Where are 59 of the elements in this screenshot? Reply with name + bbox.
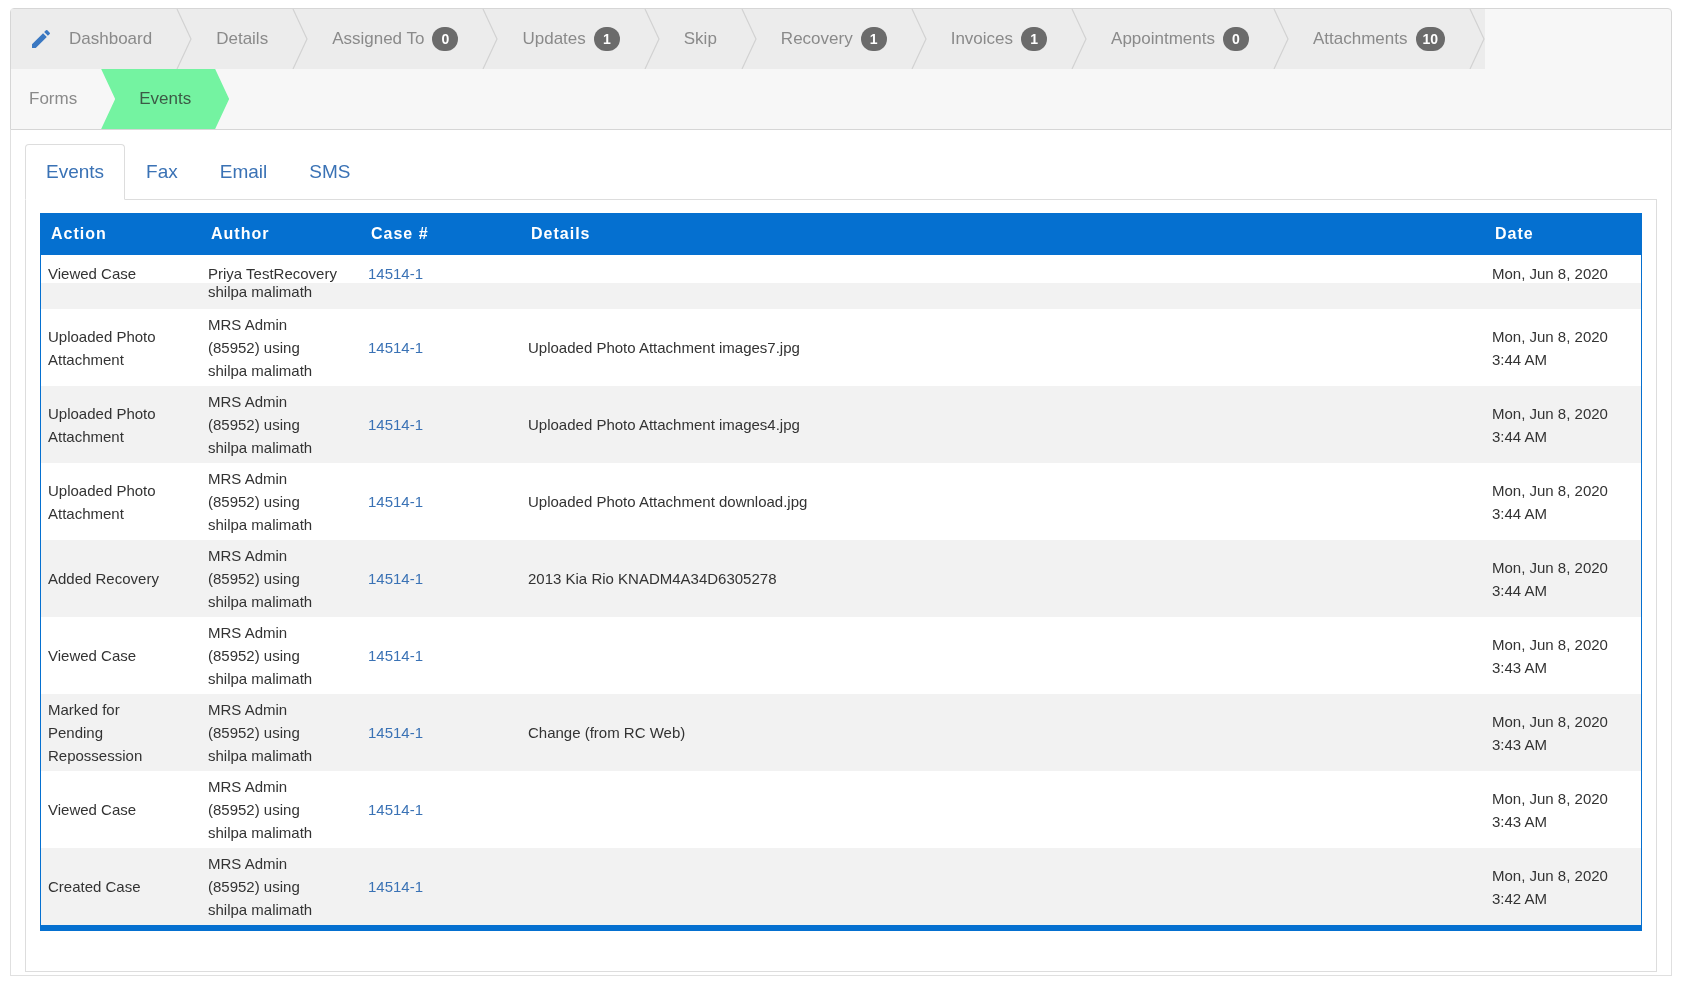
table-cell: Uploaded Photo Attachment images7.jpg	[528, 339, 800, 356]
column-header: Date	[1495, 225, 1534, 242]
table-cell-text: Mon, Jun 8, 2020 3:44 AM	[1492, 557, 1609, 601]
column-header: Case #	[371, 225, 429, 242]
case-link[interactable]: 14514-1	[368, 493, 424, 510]
column-header: Author	[211, 225, 270, 242]
tab[interactable]: SMS	[288, 144, 372, 200]
table-cell: 2013 Kia Rio KNADM4A34D6305278	[528, 570, 777, 587]
table-cell-text: MRS Admin (85952) using shilpa malimath	[208, 854, 314, 920]
table-cell-text: Marked for Pending Repossession	[48, 700, 144, 766]
table-cell-text: MRS Admin (85952) using shilpa malimath	[208, 315, 314, 381]
table-cell: Priya TestRecovery	[208, 265, 337, 282]
column-header: Action	[51, 225, 107, 242]
table-cell-text: MRS Admin (85952) using shilpa malimath	[208, 623, 314, 689]
case-link[interactable]: 14514-1	[368, 570, 424, 587]
table-cell-text: Mon, Jun 8, 2020 3:42 AM	[1492, 865, 1609, 909]
count-badge: 0	[432, 27, 459, 51]
table-cell-text: Mon, Jun 8, 2020 3:44 AM	[1492, 403, 1609, 447]
tab[interactable]: Email	[198, 144, 289, 200]
case-link[interactable]: 14514-1	[368, 416, 424, 433]
table-cell-text: MRS Admin (85952) using shilpa malimath	[208, 777, 314, 843]
count-badge: 0	[1223, 27, 1249, 51]
table-cell: Uploaded Photo Attachment images4.jpg	[528, 416, 800, 433]
table-cell-text: Uploaded Photo Attachment	[48, 480, 157, 524]
table-cell: Mon, Jun 8, 2020	[1492, 265, 1608, 282]
tab[interactable]: Fax	[125, 144, 199, 200]
table-cell-text: MRS Admin (85952) using shilpa malimath	[208, 392, 314, 458]
table-cell-text: Uploaded Photo Attachment	[48, 403, 157, 447]
table-cell-text: Uploaded Photo Attachment	[48, 326, 157, 370]
column-header: Details	[531, 225, 591, 242]
table-cell: Uploaded Photo Attachment download.jpg	[528, 493, 808, 510]
case-link[interactable]: 14514-1	[368, 339, 424, 356]
tab[interactable]: Events	[25, 144, 126, 200]
case-link[interactable]: 14514-1	[368, 724, 424, 741]
table-cell-text: MRS Admin (85952) using shilpa malimath	[208, 700, 314, 766]
table-cell-text: Added Recovery	[48, 569, 160, 589]
table-cell-text: MRS Admin (85952) using shilpa malimath	[208, 469, 314, 535]
table-cell-text: Viewed Case	[48, 646, 138, 666]
table-cell-text: Mon, Jun 8, 2020 3:43 AM	[1492, 634, 1609, 678]
pencil-icon	[29, 27, 53, 51]
table-cell-text: MRS Admin (85952) using shilpa malimath	[208, 546, 314, 612]
table-cell-text: Created Case	[48, 877, 142, 897]
case-link[interactable]: 14514-1	[368, 647, 424, 664]
count-badge: 1	[1021, 27, 1048, 51]
table-cell-text: Mon, Jun 8, 2020 3:43 AM	[1492, 711, 1609, 755]
table-cell-text: Mon, Jun 8, 2020 3:43 AM	[1492, 788, 1609, 832]
count-badge: 1	[593, 27, 620, 51]
table-cell: Viewed Case	[48, 265, 137, 282]
table-cell-text: Mon, Jun 8, 2020 3:44 AM	[1492, 480, 1609, 524]
count-badge: 10	[1415, 27, 1446, 51]
case-link[interactable]: 14514-1	[368, 878, 424, 895]
breadcrumb-step[interactable]: Events	[101, 69, 230, 129]
case-link[interactable]: 14514-1	[368, 265, 424, 282]
table-cell-text: Viewed Case	[48, 800, 138, 820]
table-cell-text: Mon, Jun 8, 2020 3:44 AM	[1492, 326, 1609, 370]
count-badge: 1	[860, 27, 887, 51]
table-cell: Change (from RC Web)	[528, 724, 686, 741]
case-link[interactable]: 14514-1	[368, 801, 424, 818]
table-cell: shilpa malimath	[208, 283, 313, 300]
